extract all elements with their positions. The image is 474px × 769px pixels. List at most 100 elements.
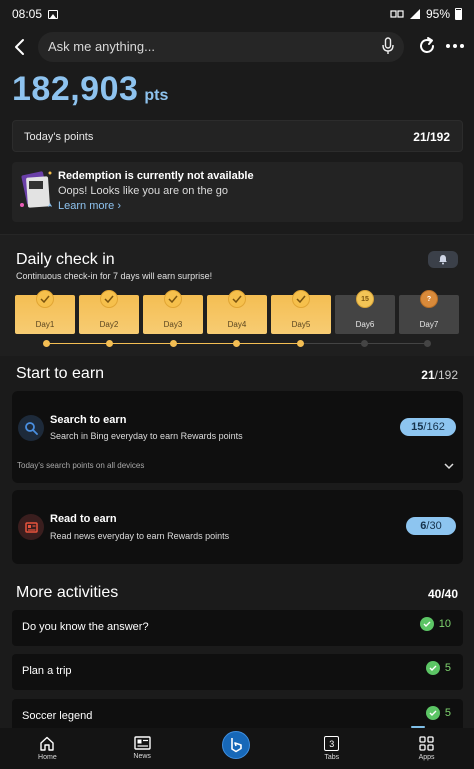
read-points-total: /30 [426, 520, 442, 532]
nav-news-label: News [133, 753, 151, 760]
daily-check-in-subtitle: Continuous check-in for 7 days will earn… [16, 271, 213, 281]
search-to-earn-title: Search to earn [50, 414, 127, 426]
search-points-current: 15 [411, 421, 424, 433]
progress-dot [361, 340, 368, 347]
day-card: ? Day7 [399, 290, 459, 334]
activity-points: 5 [425, 706, 451, 720]
activity-points-value: 5 [444, 662, 451, 674]
gift-cards-illustration [20, 171, 52, 208]
start-to-earn-title: Start to earn [16, 365, 105, 382]
activity-label: Soccer legend [22, 710, 93, 722]
search-points-pill: 15/162 [400, 418, 456, 436]
signal-icon [409, 9, 420, 19]
day-card: Day4 [207, 290, 267, 334]
read-points-pill: 6/30 [406, 517, 456, 535]
activity-points: 10 [419, 617, 451, 631]
search-to-earn-card[interactable]: Search to earn Search in Bing everyday t… [12, 391, 463, 483]
start-to-earn-value: 21/192 [421, 368, 458, 382]
bing-logo-icon [231, 738, 242, 753]
bing-chat-button[interactable] [222, 731, 250, 759]
reminder-bell-button[interactable] [428, 251, 458, 268]
day-card: Day1 [15, 290, 75, 334]
battery-icon [455, 8, 462, 20]
status-bar: 08:05 95% [0, 0, 474, 28]
green-check-icon [419, 617, 434, 631]
day-card: 15 Day6 [335, 290, 395, 334]
activity-item[interactable]: Do you know the answer? 10 [12, 610, 463, 646]
daily-check-in-title: Daily check in [16, 251, 115, 268]
start-to-earn-total: /192 [434, 368, 458, 382]
day-label: Day5 [291, 320, 311, 329]
progress-dot [424, 340, 431, 347]
nav-home[interactable]: Home [17, 728, 77, 769]
todays-points-label: Today's points [24, 131, 94, 143]
progress-dot [106, 340, 113, 347]
news-icon [133, 736, 151, 750]
redemption-title: Redemption is currently not available [58, 170, 254, 182]
more-activities-title: More activities [16, 584, 119, 601]
activity-points-value: 5 [444, 707, 451, 719]
search-placeholder[interactable]: Ask me anything... [48, 39, 155, 54]
progress-dot [297, 340, 304, 347]
activity-points: 5 [425, 661, 451, 675]
green-check-icon [425, 661, 440, 675]
activity-points-value: 10 [438, 618, 451, 630]
chevron-down-icon[interactable] [444, 463, 454, 470]
day-label: Day2 [99, 320, 119, 329]
bell-icon [439, 255, 447, 265]
read-to-earn-desc: Read news everyday to earn Rewards point… [50, 531, 230, 541]
check-icon [228, 290, 246, 308]
points-value: 182,903 [12, 70, 139, 108]
more-options-icon[interactable] [445, 36, 465, 56]
back-arrow-icon[interactable] [10, 36, 30, 58]
read-to-earn-card[interactable]: Read to earn Read news everyday to earn … [12, 490, 463, 564]
day-label: Day3 [163, 320, 183, 329]
todays-points-row[interactable]: Today's points 21/192 [12, 120, 463, 152]
activity-item[interactable]: Plan a trip 5 [12, 654, 463, 690]
apps-indicator [411, 726, 425, 728]
nav-apps[interactable]: Apps [397, 728, 457, 769]
status-time: 08:05 [12, 7, 43, 21]
coin-icon: 15 [356, 290, 374, 308]
more-activities-value: 40/40 [427, 587, 458, 601]
progress-dot [170, 340, 177, 347]
chevron-right-icon: › [117, 200, 121, 212]
check-icon [36, 290, 54, 308]
check-in-progress-track [43, 340, 431, 347]
tabs-count-icon: 3 [324, 736, 340, 751]
apps-grid-icon [419, 736, 434, 751]
read-to-earn-title: Read to earn [50, 513, 117, 525]
search-icon [18, 415, 44, 441]
day-label: Day1 [35, 320, 55, 329]
day-card: Day2 [79, 290, 139, 334]
activity-label: Do you know the answer? [22, 621, 149, 633]
top-bar: Ask me anything... [0, 32, 474, 62]
progress-dot [233, 340, 240, 347]
search-to-earn-desc: Search in Bing everyday to earn Rewards … [50, 431, 243, 441]
mystery-bag-icon: ? [420, 290, 438, 308]
nav-apps-label: Apps [418, 754, 435, 761]
activity-label: Plan a trip [22, 665, 72, 677]
green-check-icon [425, 706, 440, 720]
redemption-subtitle: Oops! Looks like you are on the go [58, 185, 228, 197]
daily-check-in-section: Daily check in Continuous check-in for 7… [0, 234, 474, 356]
learn-more-link[interactable]: Learn more › [58, 200, 121, 212]
check-icon [100, 290, 118, 308]
start-to-earn-current: 21 [421, 368, 435, 382]
home-icon [40, 736, 55, 751]
day-label: Day6 [355, 320, 375, 329]
search-points-total: /162 [423, 421, 445, 433]
check-in-days: Day1 Day2 Day3 Day4 Day5 15 Day6 ? Day7 [15, 290, 459, 334]
points-unit: pts [144, 87, 169, 104]
search-bar[interactable]: Ask me anything... [38, 32, 404, 62]
battery-percent: 95% [425, 7, 450, 21]
nav-home-label: Home [38, 754, 57, 761]
redemption-card: Redemption is currently not available Oo… [12, 162, 463, 222]
day-card: Day3 [143, 290, 203, 334]
refresh-icon[interactable] [417, 36, 437, 56]
nav-news[interactable]: News [112, 728, 172, 769]
nav-tabs[interactable]: 3 Tabs [302, 728, 362, 769]
check-icon [292, 290, 310, 308]
microphone-icon[interactable] [382, 37, 394, 55]
progress-dot [43, 340, 50, 347]
